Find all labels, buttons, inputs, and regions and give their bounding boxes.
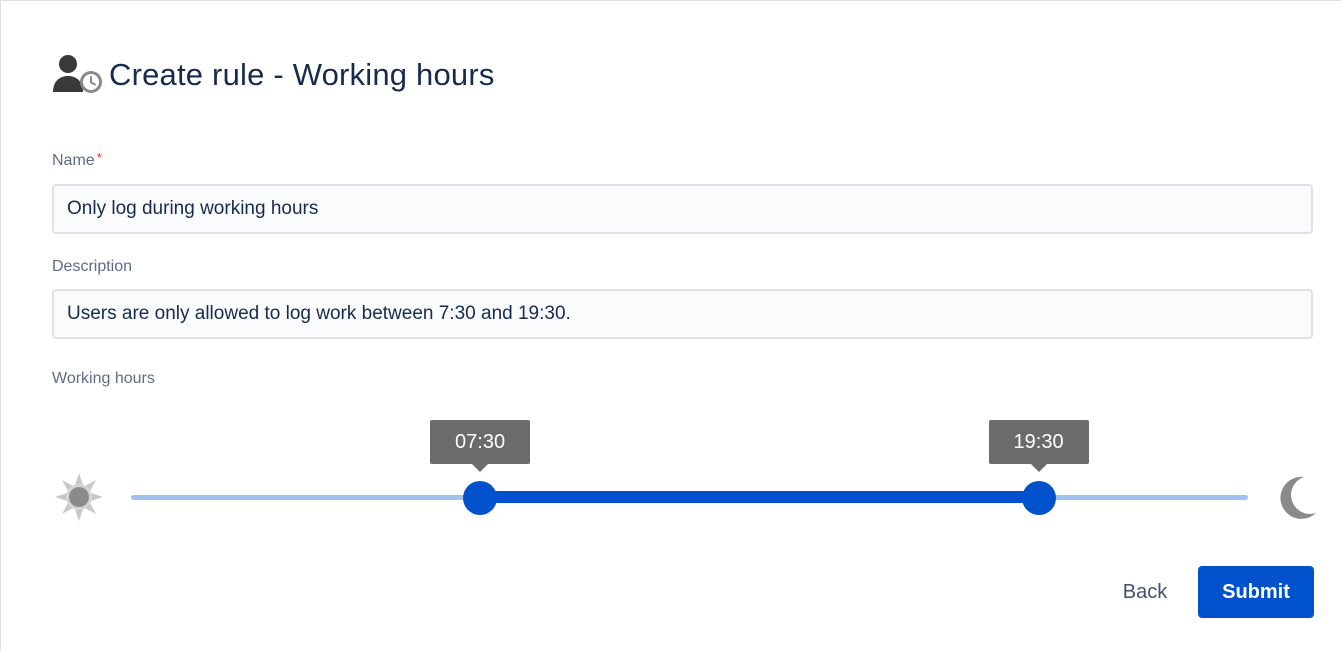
required-mark: *: [96, 150, 102, 165]
dialog: Create rule - Working hours Name * Only l…: [0, 0, 1341, 651]
description-input[interactable]: Users are only allowed to log work betwe…: [52, 289, 1313, 339]
moon-icon: [1271, 473, 1321, 523]
name-input[interactable]: Only log during working hours: [52, 184, 1313, 234]
dialog-header: Create rule - Working hours: [51, 51, 495, 99]
end-time-tooltip: 19:30: [988, 420, 1089, 472]
name-label-text: Name: [52, 152, 95, 169]
page-title: Create rule - Working hours: [109, 57, 495, 92]
start-time-handle[interactable]: [463, 481, 498, 515]
working-hours-slider: 07:30 19:30: [1, 411, 1341, 531]
slider-range-fill: [480, 491, 1039, 503]
submit-button[interactable]: Submit: [1198, 566, 1314, 618]
start-time-tooltip: 07:30: [430, 420, 531, 472]
user-clock-icon: [51, 53, 103, 97]
description-input-value: Users are only allowed to log work betwe…: [67, 303, 571, 324]
name-label: Name *: [52, 150, 102, 170]
name-input-value: Only log during working hours: [67, 198, 319, 219]
sun-icon: [53, 471, 105, 523]
back-button[interactable]: Back: [1106, 566, 1184, 618]
working-hours-label: Working hours: [52, 370, 155, 387]
description-label: Description: [52, 258, 133, 275]
end-time-handle[interactable]: [1021, 481, 1056, 515]
